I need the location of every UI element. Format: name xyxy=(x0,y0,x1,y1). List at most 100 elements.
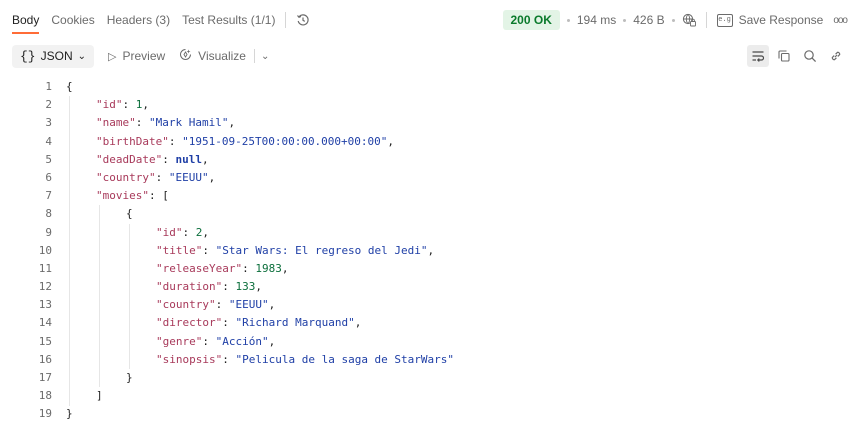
code-token: , xyxy=(281,261,289,275)
code-token: { xyxy=(126,207,133,221)
code-token: : xyxy=(222,316,236,330)
toolbar-divider xyxy=(253,49,255,63)
wrap-lines-icon[interactable] xyxy=(747,45,769,67)
line-number: 13 xyxy=(38,298,52,312)
tab-body[interactable]: Body xyxy=(12,0,40,40)
json-code-viewer[interactable]: 1{2 "id": 1, 3 "name": "Mark Hamil", 4 "birth… xyxy=(0,78,855,424)
indent-guide xyxy=(99,205,100,388)
code-token: , xyxy=(255,280,262,294)
visualize-label: Visualize xyxy=(198,49,246,63)
separator-dot xyxy=(566,18,570,22)
line-number: 18 xyxy=(38,389,52,403)
code-token: : xyxy=(122,98,136,112)
visualize-icon xyxy=(179,48,192,64)
code-line: 17} xyxy=(0,369,855,387)
code-text: "sinopsis": "Pelicula de la saga de Star… xyxy=(156,351,454,369)
indent-guide xyxy=(69,96,70,406)
tab-headers[interactable]: Headers (3) xyxy=(107,0,170,40)
tab-cookies[interactable]: Cookies xyxy=(51,0,94,40)
code-token: : xyxy=(222,280,236,294)
code-token: "EEUU" xyxy=(228,298,269,312)
tab-test-results[interactable]: Test Results (1/1) xyxy=(182,0,275,40)
code-line: 6 "country": "EEUU", xyxy=(0,169,855,187)
code-token: : xyxy=(155,170,169,184)
code-line: 19} xyxy=(0,405,855,423)
code-token: : xyxy=(202,243,216,257)
code-token: "Mark Hamil" xyxy=(149,116,229,130)
body-toolbar: {} JSON ⌄ ▷ Preview Visualize ⌄ xyxy=(0,40,855,72)
copy-icon[interactable] xyxy=(773,45,795,67)
code-token: , xyxy=(202,225,209,239)
code-token: : [ xyxy=(148,189,169,203)
line-number: 19 xyxy=(38,407,52,421)
code-text: "title": "Star Wars: El regreso del Jedi… xyxy=(156,242,434,260)
code-token: null xyxy=(175,152,202,166)
line-number: 12 xyxy=(38,280,52,294)
code-token: : xyxy=(242,261,256,275)
code-token: "id" xyxy=(96,98,123,112)
code-token: , xyxy=(228,116,236,130)
code-line: 4 "birthDate": "1951-09-25T00:00:00.000+0… xyxy=(0,133,855,151)
code-text: ] xyxy=(96,387,103,405)
line-number: 2 xyxy=(45,98,52,112)
chevron-down-icon: ⌄ xyxy=(77,50,87,62)
line-number: 3 xyxy=(45,116,52,130)
code-text: { xyxy=(66,78,73,96)
tab-divider xyxy=(285,12,287,28)
line-number: 9 xyxy=(45,225,52,239)
line-number: 14 xyxy=(38,316,52,330)
code-token: "name" xyxy=(96,116,136,130)
code-text: "birthDate": "1951-09-25T00:00:00.000+00… xyxy=(96,133,394,151)
more-options-icon[interactable]: ooo xyxy=(833,15,848,26)
code-text: "movies": [ xyxy=(96,187,169,205)
code-line: 3 "name": "Mark Hamil", xyxy=(0,114,855,132)
search-icon[interactable] xyxy=(799,45,821,67)
code-text: "name": "Mark Hamil", xyxy=(96,114,235,132)
status-badge[interactable]: 200 OK xyxy=(502,10,560,30)
code-text: "genre": "Acción", xyxy=(156,333,275,351)
globe-lock-icon[interactable] xyxy=(682,13,696,27)
code-token: : xyxy=(135,116,149,130)
history-icon[interactable] xyxy=(296,13,310,27)
code-token: , xyxy=(208,170,216,184)
save-response-button[interactable]: Save Response xyxy=(739,13,824,27)
code-line: 7 "movies": [ xyxy=(0,187,855,205)
code-line: 18] xyxy=(0,387,855,405)
save-response-icon[interactable]: e.g xyxy=(716,13,733,27)
line-number: 11 xyxy=(38,261,52,275)
format-dropdown[interactable]: {} JSON ⌄ xyxy=(12,44,95,68)
code-line: 2 "id": 1, xyxy=(0,96,855,114)
code-token: , xyxy=(427,243,435,257)
line-number: 17 xyxy=(38,371,52,384)
preview-button[interactable]: ▷ Preview xyxy=(108,49,165,63)
code-token: : xyxy=(222,352,236,366)
code-token: , xyxy=(268,298,276,312)
code-token: { xyxy=(66,80,73,93)
code-text: "country": "EEUU", xyxy=(96,169,215,187)
link-icon[interactable] xyxy=(825,45,847,67)
line-number: 1 xyxy=(45,80,52,93)
line-number: 10 xyxy=(38,243,52,257)
code-text: "director": "Richard Marquand", xyxy=(156,314,361,332)
code-token: , xyxy=(387,134,395,148)
code-token: "birthDate" xyxy=(96,134,169,148)
code-token: "Star Wars: El regreso del Jedi" xyxy=(215,243,428,257)
separator-dot xyxy=(623,18,627,22)
chevron-down-icon[interactable]: ⌄ xyxy=(261,51,269,62)
code-token: "title" xyxy=(156,243,203,257)
braces-icon: {} xyxy=(20,48,36,64)
code-text: "country": "EEUU", xyxy=(156,296,275,314)
code-token: "EEUU" xyxy=(168,170,209,184)
response-size[interactable]: 426 B xyxy=(633,13,664,27)
line-number: 4 xyxy=(45,134,52,148)
visualize-button[interactable]: Visualize xyxy=(179,48,246,64)
code-token: ] xyxy=(96,389,103,403)
response-time[interactable]: 194 ms xyxy=(577,13,616,27)
response-tabbar: Body Cookies Headers (3) Test Results (1… xyxy=(0,0,855,40)
status-divider xyxy=(705,12,707,28)
indent-guide xyxy=(129,223,130,370)
toolbar-actions xyxy=(743,40,847,72)
format-label: JSON xyxy=(40,49,73,63)
line-number: 8 xyxy=(45,207,52,221)
code-token: "country" xyxy=(96,170,156,184)
